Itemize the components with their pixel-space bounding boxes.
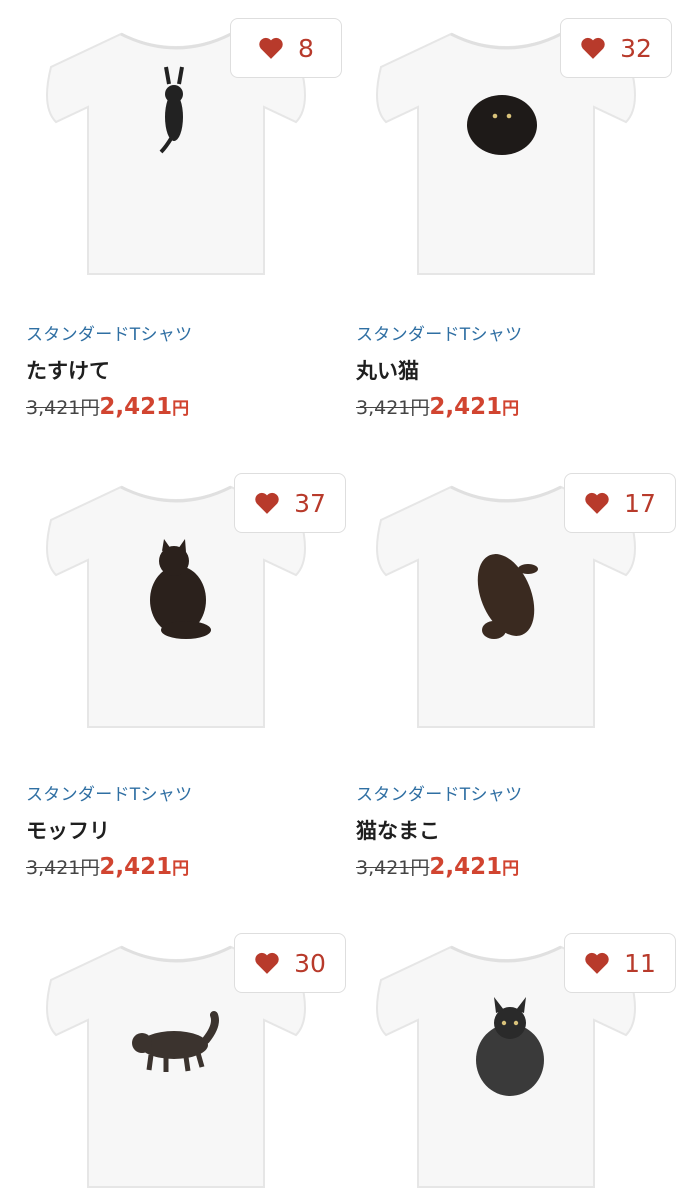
product-info: スタンダードTシャツ モッフリ 3,421円2,421円 xyxy=(26,780,326,880)
like-button[interactable]: 30 xyxy=(234,933,346,993)
product-price: 3,421円2,421円 xyxy=(356,853,656,880)
product-price: 3,421円2,421円 xyxy=(26,853,326,880)
currency: 円 xyxy=(502,859,520,879)
like-button[interactable]: 17 xyxy=(564,473,676,533)
product-card[interactable]: 8 スタンダードTシャツ たすけて 3,421円2,421円 xyxy=(26,0,342,420)
product-card[interactable]: 11 xyxy=(356,925,676,1195)
product-info: スタンダードTシャツ 丸い猫 3,421円2,421円 xyxy=(356,320,656,420)
like-count: 37 xyxy=(294,488,326,518)
product-grid: 8 スタンダードTシャツ たすけて 3,421円2,421円 32 スタンダード… xyxy=(0,0,683,1200)
product-info: スタンダードTシャツ 猫なまこ 3,421円2,421円 xyxy=(356,780,656,880)
sale-price: 2,421 xyxy=(99,854,173,880)
round-cat-icon xyxy=(467,95,537,155)
product-card[interactable]: 17 スタンダードTシャツ 猫なまこ 3,421円2,421円 xyxy=(356,465,676,880)
heart-icon xyxy=(585,492,609,514)
heart-icon xyxy=(581,37,605,59)
product-price: 3,421円2,421円 xyxy=(26,393,326,420)
original-price: 3,421円 xyxy=(356,397,430,419)
original-price: 3,421円 xyxy=(26,397,100,419)
product-price: 3,421円2,421円 xyxy=(356,393,656,420)
sale-price: 2,421 xyxy=(99,394,173,420)
product-card[interactable]: 30 xyxy=(26,925,346,1195)
currency: 円 xyxy=(172,859,190,879)
like-count: 32 xyxy=(620,33,652,63)
product-card[interactable]: 32 スタンダードTシャツ 丸い猫 3,421円2,421円 xyxy=(356,0,672,420)
like-count: 11 xyxy=(624,948,656,978)
like-button[interactable]: 8 xyxy=(230,18,342,78)
currency: 円 xyxy=(172,399,190,419)
product-title[interactable]: たすけて xyxy=(26,355,326,385)
heart-icon xyxy=(255,952,279,974)
currency: 円 xyxy=(502,399,520,419)
product-category[interactable]: スタンダードTシャツ xyxy=(26,320,326,345)
product-title[interactable]: 丸い猫 xyxy=(356,355,656,385)
sale-price: 2,421 xyxy=(429,394,503,420)
product-card[interactable]: 37 スタンダードTシャツ モッフリ 3,421円2,421円 xyxy=(26,465,346,880)
heart-icon xyxy=(255,492,279,514)
product-title[interactable]: モッフリ xyxy=(26,815,326,845)
like-button[interactable]: 37 xyxy=(234,473,346,533)
like-count: 8 xyxy=(298,33,314,63)
product-info: スタンダードTシャツ たすけて 3,421円2,421円 xyxy=(26,320,326,420)
heart-icon xyxy=(585,952,609,974)
product-title[interactable]: 猫なまこ xyxy=(356,815,656,845)
heart-icon xyxy=(259,37,283,59)
original-price: 3,421円 xyxy=(26,857,100,879)
like-button[interactable]: 32 xyxy=(560,18,672,78)
like-count: 30 xyxy=(294,948,326,978)
product-category[interactable]: スタンダードTシャツ xyxy=(356,320,656,345)
product-category[interactable]: スタンダードTシャツ xyxy=(26,780,326,805)
product-category[interactable]: スタンダードTシャツ xyxy=(356,780,656,805)
sale-price: 2,421 xyxy=(429,854,503,880)
original-price: 3,421円 xyxy=(356,857,430,879)
like-button[interactable]: 11 xyxy=(564,933,676,993)
like-count: 17 xyxy=(624,488,656,518)
